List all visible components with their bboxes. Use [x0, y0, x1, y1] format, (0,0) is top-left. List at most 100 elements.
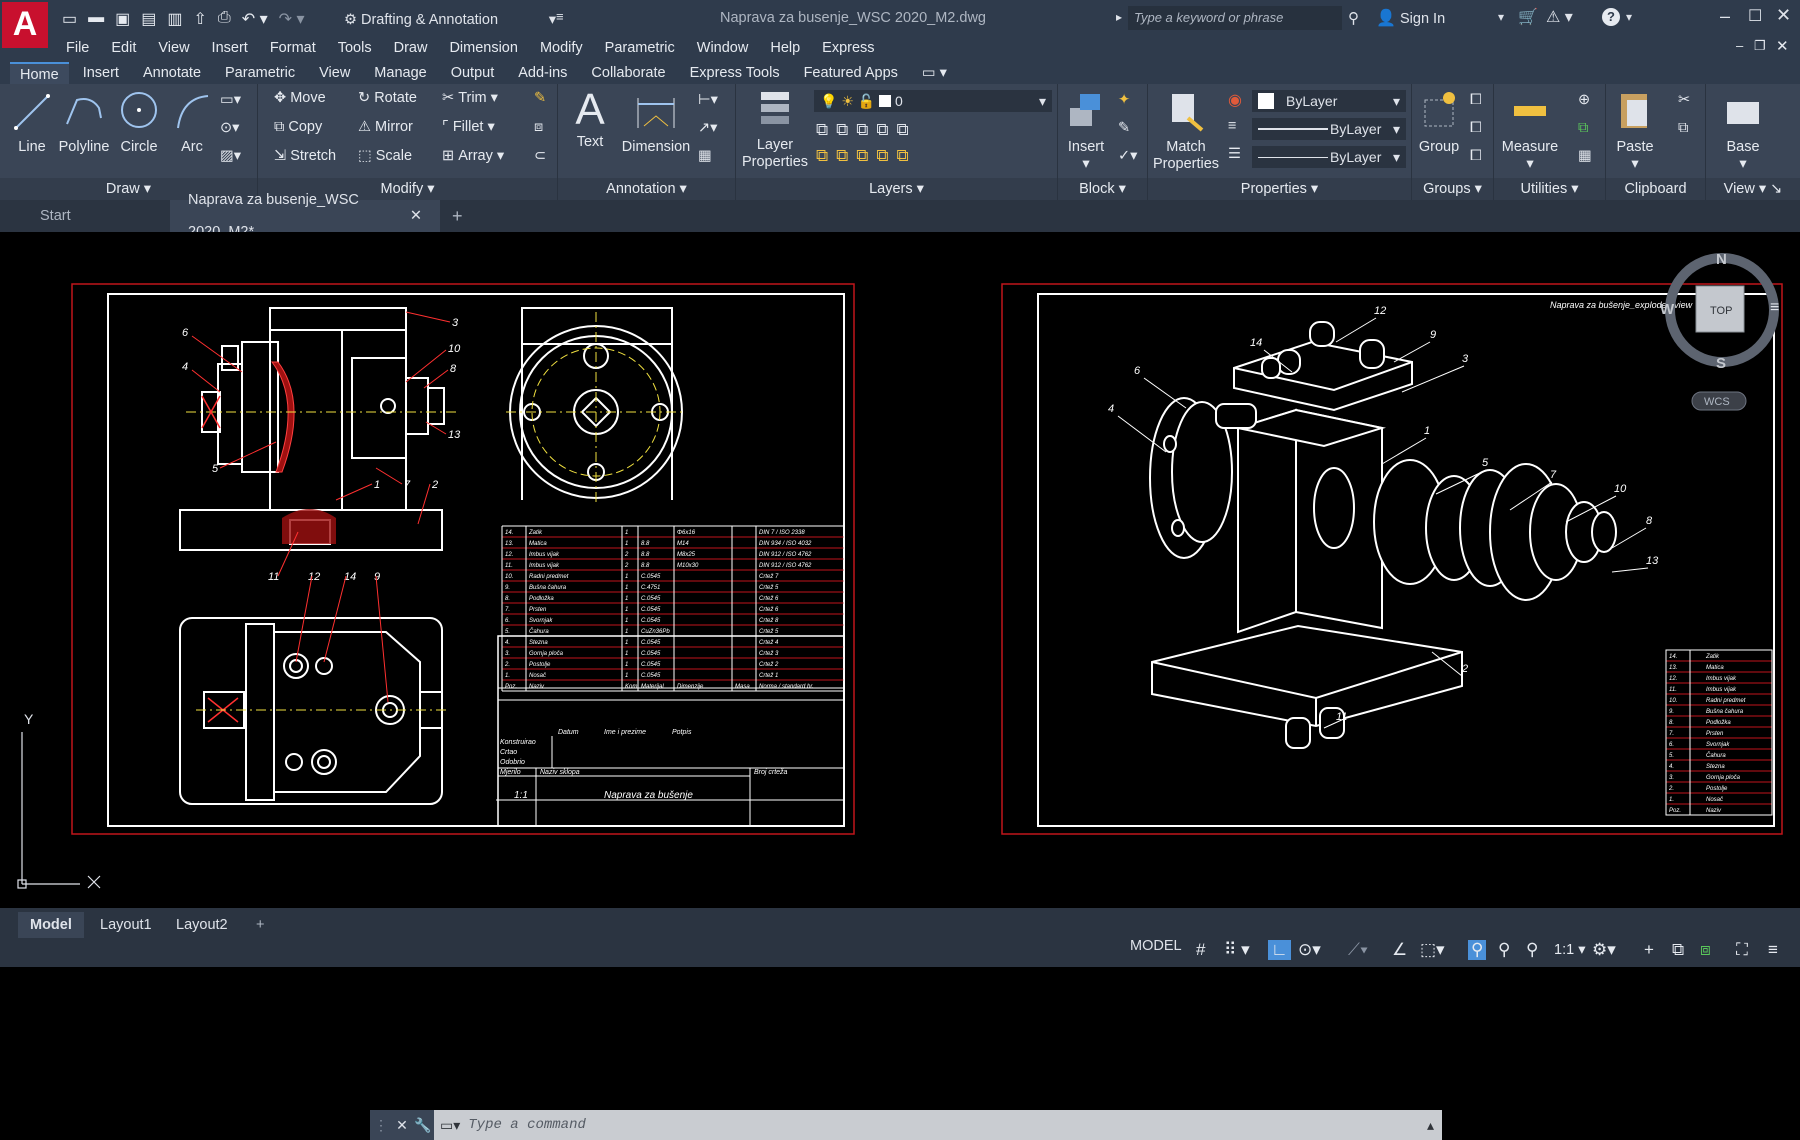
cut-icon[interactable]: ✂ — [1678, 92, 1690, 108]
tab-home[interactable]: Home — [10, 62, 69, 84]
ortho-icon[interactable]: ∟ — [1268, 940, 1291, 960]
viewcube[interactable]: TOP N S W WCS — [1660, 251, 1779, 411]
clean-screen-icon[interactable]: ⛶ — [1736, 940, 1748, 960]
model-space-button[interactable]: MODEL — [1130, 938, 1182, 954]
utilities-panel-title[interactable]: Utilities ▾ — [1494, 178, 1605, 200]
open-web-icon[interactable]: ▥ — [167, 9, 182, 29]
workspace-switcher[interactable]: ⚙ Drafting & Annotation ▾ — [344, 9, 556, 31]
ribbon-toggle-icon[interactable]: ▭ ▾ — [912, 62, 957, 84]
groups-panel-title[interactable]: Groups ▾ — [1412, 178, 1493, 200]
linetype-icon[interactable]: ≡ — [1228, 118, 1236, 134]
a360-icon[interactable]: ⚠ ▾ — [1546, 7, 1573, 27]
sign-in-dropdown-icon[interactable]: ▾ — [1498, 10, 1504, 24]
properties-panel-title[interactable]: Properties ▾ — [1148, 178, 1411, 200]
polar-icon[interactable]: ⊙▾ — [1298, 940, 1321, 960]
scale-button[interactable]: ⬚ Scale — [358, 148, 412, 164]
view-panel-title[interactable]: View ▾ ↘ — [1706, 178, 1800, 200]
tab-close-icon[interactable]: ✕ — [410, 200, 422, 232]
base-button[interactable]: Base ▾ — [1718, 88, 1768, 173]
table-icon[interactable]: ▦ — [698, 148, 712, 164]
rotate-button[interactable]: ↻ Rotate — [358, 90, 417, 106]
binoculars-icon[interactable]: ⚲ — [1348, 9, 1359, 27]
search-expand-icon[interactable]: ▸ — [1116, 10, 1122, 24]
id-point-icon[interactable]: ⊕ — [1578, 92, 1590, 108]
calculator-icon[interactable]: ▦ — [1578, 148, 1592, 164]
auto-scale-icon[interactable]: ⚲ — [1498, 940, 1510, 960]
explode-icon[interactable]: ⧈ — [534, 119, 543, 135]
cmd-close-icon[interactable]: ✕ — [392, 1110, 412, 1140]
compass-north[interactable]: N — [1716, 251, 1727, 268]
new-tab-icon[interactable]: + — [452, 206, 463, 227]
copy-clip-icon[interactable]: ⧉ — [1678, 120, 1688, 136]
polyline-button[interactable]: Polyline — [54, 88, 114, 156]
move-button[interactable]: ✥ Move — [274, 90, 326, 106]
print-icon[interactable]: ⎙ — [218, 9, 231, 29]
circle-button[interactable]: Circle — [118, 88, 160, 156]
linear-dim-icon[interactable]: ⊢▾ — [698, 92, 718, 108]
fillet-button[interactable]: ⌜ Fillet ▾ — [442, 119, 495, 135]
compass-south[interactable]: S — [1716, 355, 1726, 372]
menu-format[interactable]: Format — [270, 40, 316, 56]
block-panel-title[interactable]: Block ▾ — [1058, 178, 1147, 200]
open-icon[interactable]: ▬ — [88, 9, 104, 29]
doc-restore-icon[interactable]: ❐ — [1754, 38, 1766, 54]
edit-block-icon[interactable]: ✎ — [1118, 120, 1130, 136]
annotation-scale-value[interactable]: 1:1 ▾ — [1554, 942, 1585, 958]
menu-view[interactable]: View — [158, 40, 189, 56]
help-dropdown-icon[interactable]: ▾ — [1626, 10, 1632, 24]
cmd-prompt-icon[interactable]: ▭▾ — [440, 1117, 460, 1134]
menu-window[interactable]: Window — [697, 40, 749, 56]
menu-dimension[interactable]: Dimension — [449, 40, 518, 56]
layer-tools-row1[interactable]: ⧉⧉⧉⧉⧉ — [816, 120, 917, 140]
copy-button[interactable]: ⧉ Copy — [274, 119, 322, 135]
arc-button[interactable]: Arc — [172, 88, 212, 156]
paste-button[interactable]: Paste ▾ — [1610, 88, 1660, 173]
group-edit-icon[interactable]: ⧠ — [1470, 120, 1482, 136]
viewcube-top[interactable]: TOP — [1710, 305, 1732, 317]
layout-tab-layout1[interactable]: Layout1 — [88, 912, 164, 938]
cmd-history-icon[interactable]: ▴ — [1427, 1117, 1434, 1134]
match-properties-button[interactable]: Match Properties — [1150, 88, 1222, 173]
file-tab[interactable]: Naprava za busenje_WSC 2020_M2* ✕ — [170, 192, 440, 240]
block-attr-icon[interactable]: ✓▾ — [1118, 148, 1137, 164]
wcs-menu[interactable]: WCS — [1704, 396, 1730, 408]
tab-manage[interactable]: Manage — [364, 62, 436, 84]
close-icon[interactable]: ✕ — [1776, 5, 1791, 26]
compass-west[interactable]: W — [1660, 301, 1675, 318]
array-button[interactable]: ⊞ Array ▾ — [442, 148, 504, 164]
layout-tab-layout2[interactable]: Layout2 — [164, 912, 240, 938]
command-input[interactable]: ▭▾ Type a command ▴ — [434, 1110, 1442, 1140]
menu-file[interactable]: File — [66, 40, 89, 56]
save-as-icon[interactable]: ▤ — [141, 9, 156, 29]
cmd-customize-icon[interactable]: 🔧 — [412, 1110, 434, 1140]
tab-insert[interactable]: Insert — [73, 62, 129, 84]
color-dropdown[interactable]: ByLayer ▾ — [1252, 90, 1406, 112]
menu-draw[interactable]: Draw — [394, 40, 428, 56]
annotation-scale-icon[interactable]: ⚲ — [1526, 940, 1538, 960]
sign-in-button[interactable]: Sign In — [1400, 11, 1445, 27]
minimize-icon[interactable]: – — [1720, 6, 1730, 27]
rectangle-icon[interactable]: ▭▾ — [220, 92, 241, 108]
app-logo[interactable]: A — [2, 2, 48, 48]
offset-icon[interactable]: ⊂ — [534, 148, 546, 164]
menu-help[interactable]: Help — [770, 40, 800, 56]
group-select-icon[interactable]: ⧠ — [1470, 148, 1482, 164]
menu-express[interactable]: Express — [822, 40, 874, 56]
clipboard-panel-title[interactable]: Clipboard — [1606, 178, 1705, 200]
lineweight-icon[interactable]: ☰ — [1228, 146, 1241, 162]
navbar-toggle-icon[interactable]: ≡ — [1770, 299, 1779, 316]
quick-select-icon[interactable]: ⧉ — [1578, 120, 1588, 136]
tab-output[interactable]: Output — [441, 62, 505, 84]
dimension-button[interactable]: Dimension — [618, 88, 694, 156]
tab-collaborate[interactable]: Collaborate — [581, 62, 675, 84]
layer-tools-row2[interactable]: ⧉⧉⧉⧉⧉ — [816, 146, 917, 166]
doc-close-icon[interactable]: ✕ — [1776, 37, 1789, 55]
redo-icon[interactable]: ↷ ▾ — [279, 9, 305, 29]
qat-customize-icon[interactable]: ≡ — [556, 9, 564, 24]
create-block-icon[interactable]: ✦ — [1118, 92, 1130, 108]
annotation-panel-title[interactable]: Annotation ▾ — [558, 178, 735, 200]
snap-icon[interactable]: ⠿ ▾ — [1224, 940, 1250, 960]
bom-table[interactable]: 14. Zatik 1 Φ6x16 DIN 7 / ISO 233813. Matica 1… — [501, 525, 845, 692]
layer-properties-button[interactable]: Layer Properties — [740, 86, 810, 171]
add-layout-icon[interactable]: + — [244, 912, 276, 938]
